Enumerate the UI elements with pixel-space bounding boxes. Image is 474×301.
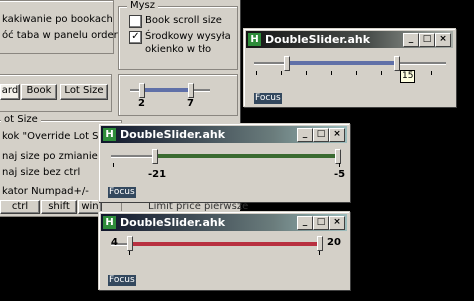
book-scroll-label: Book scroll size — [145, 15, 222, 26]
low-value-label: -21 — [148, 169, 167, 180]
doubleslider-window-1[interactable]: H DoubleSlider.ahk _ □ × 15 Focus — [243, 28, 456, 107]
tab-ard[interactable]: ard — [0, 84, 20, 100]
srodkowy-checkbox[interactable]: ✓ — [129, 31, 142, 44]
slider-low-thumb[interactable] — [127, 236, 133, 251]
bookkeeping-group — [0, 0, 114, 54]
srodkowy-label-line1: Środkowy wysyła — [145, 31, 231, 42]
maximize-button[interactable]: □ — [313, 216, 329, 230]
window-1-title: DoubleSlider.ahk — [265, 33, 371, 46]
slider-high-thumb[interactable] — [317, 236, 323, 251]
minimize-button[interactable]: _ — [297, 128, 313, 142]
slider-range-fill — [287, 61, 395, 65]
high-value-label: 20 — [327, 237, 341, 248]
slider-tick — [381, 71, 382, 75]
ctrl-button[interactable]: ctrl — [0, 200, 40, 214]
slider-tick — [431, 71, 432, 75]
slider-tick — [113, 163, 114, 167]
window-2-title: DoubleSlider.ahk — [120, 128, 226, 141]
window-1-titlebar[interactable]: H DoubleSlider.ahk _ □ × — [246, 31, 453, 48]
minimize-button[interactable]: _ — [403, 33, 419, 47]
row-numpad-indicator: kator Numpad+/- — [2, 186, 89, 197]
close-button[interactable]: × — [435, 33, 451, 47]
slider-tick — [256, 71, 257, 75]
window-2-titlebar[interactable]: H DoubleSlider.ahk _ □ × — [101, 126, 347, 143]
book-scroll-checkbox[interactable] — [129, 15, 142, 28]
close-button[interactable]: × — [329, 216, 345, 230]
low-value-label: 4 — [111, 237, 118, 248]
slider-tick — [319, 251, 320, 255]
minimize-button[interactable]: _ — [297, 216, 313, 230]
tab-lot-size[interactable]: Lot Size — [60, 84, 108, 100]
range-min-value: 2 — [138, 98, 145, 109]
slider-high-thumb[interactable] — [335, 149, 341, 164]
slider-range-fill — [131, 242, 319, 246]
mysz-group-title: Mysz — [127, 0, 159, 11]
close-button[interactable]: × — [329, 128, 345, 142]
slider-tick — [339, 163, 340, 167]
maximize-button[interactable]: □ — [419, 33, 435, 47]
ahk-app-icon: H — [248, 33, 261, 46]
slider-tick — [281, 71, 282, 75]
lot-size-group-title: ot Size — [1, 114, 41, 125]
tab-book[interactable]: Book — [21, 84, 57, 100]
row-tab-order: óć taba w panelu order — [2, 30, 118, 41]
ahk-app-icon: H — [103, 216, 116, 229]
shift-button[interactable]: shift — [41, 200, 77, 214]
focus-button[interactable]: Focus — [108, 275, 136, 286]
doubleslider-window-3[interactable]: H DoubleSlider.ahk _ □ × 4 20 Focus — [98, 211, 350, 290]
slider-tick — [331, 71, 332, 75]
slider-low-thumb[interactable] — [284, 56, 290, 71]
window-3-title: DoubleSlider.ahk — [120, 216, 226, 229]
row-naj-size-ctrl: naj size bez ctrl — [2, 167, 81, 178]
srodkowy-label-line2: okienko w tło — [145, 44, 212, 55]
slider-tick — [356, 71, 357, 75]
slider-tick — [129, 251, 130, 255]
slider-range-fill — [155, 154, 337, 158]
focus-button[interactable]: Focus — [108, 187, 136, 198]
ahk-app-icon: H — [103, 128, 116, 141]
slider-low-thumb[interactable] — [152, 149, 158, 164]
range-max-value: 7 — [187, 98, 194, 109]
maximize-button[interactable]: □ — [313, 128, 329, 142]
window-3-titlebar[interactable]: H DoubleSlider.ahk _ □ × — [101, 214, 347, 231]
slider-high-thumb[interactable] — [394, 56, 400, 71]
slider-tick — [306, 71, 307, 75]
range-group — [118, 74, 238, 116]
row-book-skip: kakiwanie po bookach — [2, 14, 113, 25]
doubleslider-window-2[interactable]: H DoubleSlider.ahk _ □ × -21 -5 Focus — [98, 123, 350, 202]
range-slider-fill — [141, 88, 191, 92]
slider-value-tooltip: 15 — [400, 70, 416, 83]
range-slider-high-thumb[interactable] — [188, 83, 194, 98]
focus-button[interactable]: Focus — [254, 93, 282, 104]
range-slider-low-thumb[interactable] — [139, 83, 145, 98]
high-value-label: -5 — [334, 169, 346, 180]
